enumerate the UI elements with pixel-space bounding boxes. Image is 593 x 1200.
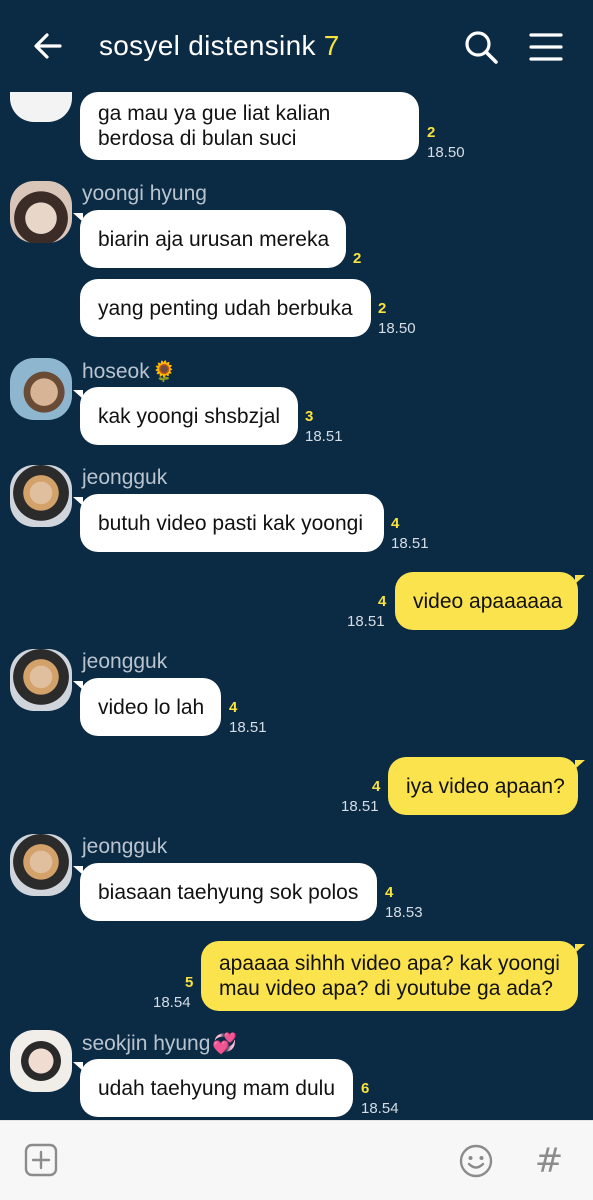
back-arrow-icon[interactable] bbox=[30, 28, 66, 64]
avatar[interactable] bbox=[10, 1030, 72, 1092]
unread-count: 4 bbox=[229, 699, 238, 716]
svg-text:#: # bbox=[535, 1143, 564, 1177]
group-name: sosyel distensink bbox=[99, 30, 316, 61]
message-bubble[interactable]: butuh video pasti kak yoongi bbox=[73, 494, 384, 552]
message-bubble[interactable]: biasaan taehyung sok polos bbox=[73, 863, 377, 921]
hashtag-icon[interactable]: # bbox=[532, 1143, 566, 1177]
unread-count: 5 bbox=[185, 974, 194, 991]
hearts-emoji: 💞 bbox=[212, 1033, 238, 1055]
avatar[interactable] bbox=[10, 834, 72, 896]
message-time: 18.54 bbox=[361, 1100, 399, 1117]
message-text: biasaan taehyung sok polos bbox=[98, 880, 359, 904]
avatar[interactable] bbox=[10, 465, 72, 527]
unread-count: 4 bbox=[391, 515, 400, 532]
unread-count: 2 bbox=[378, 300, 387, 317]
input-bar: # bbox=[0, 1120, 593, 1200]
message-bubble[interactable]: yang penting udah berbuka bbox=[80, 279, 371, 337]
chat-header: sosyel distensink 7 bbox=[0, 0, 593, 92]
message-time: 18.54 bbox=[153, 994, 191, 1011]
emoji-icon[interactable] bbox=[458, 1143, 494, 1179]
message-bubble[interactable]: udah taehyung mam dulu bbox=[73, 1059, 353, 1117]
avatar[interactable] bbox=[10, 358, 72, 420]
sender-name: jeongguk bbox=[82, 466, 168, 489]
message-bubble[interactable]: ga mau ya gue liat kalian berdosa di bul… bbox=[80, 92, 419, 160]
message-bubble[interactable]: apaaaa sihhh video apa? kak yoongi mau v… bbox=[201, 941, 585, 1011]
avatar[interactable] bbox=[10, 649, 72, 711]
message-text: biarin aja urusan mereka bbox=[98, 227, 330, 251]
unread-count: 4 bbox=[378, 593, 387, 610]
sender-name: jeongguk bbox=[82, 835, 168, 858]
message-time: 18.50 bbox=[427, 144, 465, 161]
avatar[interactable] bbox=[10, 181, 72, 243]
unread-count: 2 bbox=[353, 250, 362, 267]
sender-name: hoseok 🌻 bbox=[82, 360, 177, 383]
search-icon[interactable] bbox=[462, 28, 500, 66]
message-text: apaaaa sihhh video apa? kak yoongi mau v… bbox=[219, 952, 560, 1000]
message-time: 18.51 bbox=[305, 428, 343, 445]
unread-count: 4 bbox=[372, 778, 381, 795]
message-time: 18.51 bbox=[347, 613, 385, 630]
message-text: yang penting udah berbuka bbox=[98, 296, 353, 320]
message-time: 18.51 bbox=[391, 535, 429, 552]
message-text: iya video apaan? bbox=[406, 774, 565, 798]
chat-area[interactable]: ga mau ya gue liat kalian berdosa di bul… bbox=[0, 0, 593, 1120]
menu-icon[interactable] bbox=[529, 32, 563, 62]
unread-count: 3 bbox=[305, 408, 314, 425]
message-bubble[interactable]: video lo lah bbox=[73, 678, 221, 736]
sender-name: seokjin hyung 💞 bbox=[82, 1032, 238, 1055]
sunflower-emoji: 🌻 bbox=[151, 361, 177, 383]
unread-count: 6 bbox=[361, 1080, 370, 1097]
chat-title[interactable]: sosyel distensink 7 bbox=[99, 30, 340, 62]
message-time: 18.53 bbox=[385, 904, 423, 921]
member-count: 7 bbox=[323, 30, 340, 61]
add-icon[interactable] bbox=[24, 1143, 58, 1177]
message-text: video lo lah bbox=[98, 695, 205, 719]
message-bubble[interactable]: iya video apaan? bbox=[388, 757, 585, 815]
message-bubble[interactable]: biarin aja urusan mereka bbox=[73, 210, 346, 268]
message-text: butuh video pasti kak yoongi bbox=[98, 511, 364, 535]
unread-count: 4 bbox=[385, 884, 394, 901]
message-time: 18.51 bbox=[341, 798, 379, 815]
message-text: video apaaaaaa bbox=[413, 589, 563, 613]
sender-name: yoongi hyung bbox=[82, 182, 207, 205]
unread-count: 2 bbox=[427, 124, 436, 141]
message-time: 18.51 bbox=[229, 719, 267, 736]
message-text: kak yoongi shsbzjal bbox=[98, 404, 281, 428]
message-text: ga mau ya gue liat kalian berdosa di bul… bbox=[98, 102, 331, 150]
message-time: 18.50 bbox=[378, 320, 416, 337]
sender-name: jeongguk bbox=[82, 650, 168, 673]
message-bubble[interactable]: kak yoongi shsbzjal bbox=[73, 387, 298, 445]
message-bubble[interactable]: video apaaaaaa bbox=[395, 572, 585, 630]
message-text: udah taehyung mam dulu bbox=[98, 1076, 335, 1100]
